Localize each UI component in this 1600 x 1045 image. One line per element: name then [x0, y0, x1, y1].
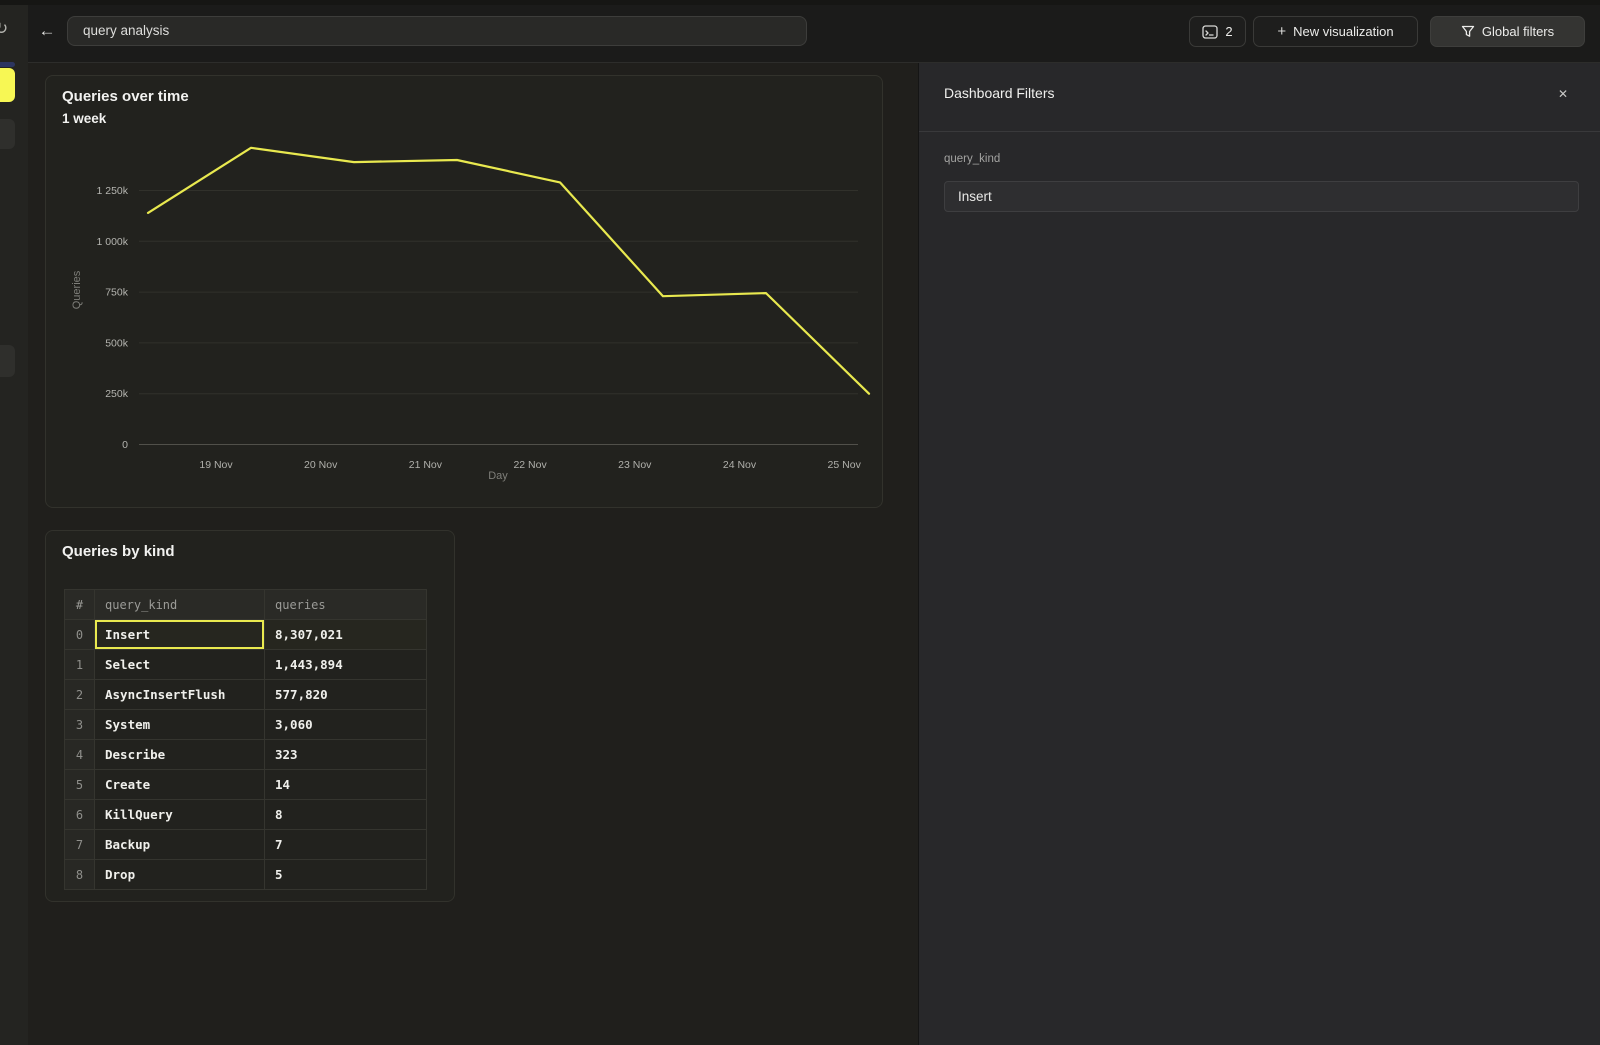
- column-header-queries[interactable]: queries: [265, 590, 427, 620]
- query-kind-cell[interactable]: Backup: [95, 830, 265, 860]
- y-axis-title: Queries: [71, 270, 83, 309]
- thumbnail-selection-edge: [0, 62, 15, 67]
- query-kind-cell[interactable]: Select: [95, 650, 265, 680]
- query-tabs-button[interactable]: 2: [1189, 16, 1246, 47]
- query-kind-filter-input[interactable]: Insert: [944, 181, 1579, 212]
- global-filters-label: Global filters: [1482, 24, 1554, 39]
- x-tick-label: 21 Nov: [409, 459, 443, 471]
- query-tabs-count: 2: [1225, 24, 1232, 39]
- queries-count-cell[interactable]: 577,820: [265, 680, 427, 710]
- console-icon: [1202, 25, 1218, 39]
- new-visualization-label: New visualization: [1293, 24, 1393, 39]
- x-tick-label: 25 Nov: [828, 459, 862, 471]
- filter-field-label: query_kind: [944, 153, 1000, 165]
- row-index-cell[interactable]: 0: [65, 620, 95, 650]
- row-index-cell[interactable]: 7: [65, 830, 95, 860]
- history-refresh-icon[interactable]: ↻: [0, 19, 8, 39]
- dashboard-title-input[interactable]: query analysis: [67, 16, 807, 46]
- query-kind-cell[interactable]: AsyncInsertFlush: [95, 680, 265, 710]
- x-tick-label: 23 Nov: [618, 459, 652, 471]
- queries-count-cell[interactable]: 323: [265, 740, 427, 770]
- table-header-row: # query_kind queries: [65, 590, 427, 620]
- queries-by-kind-card: Queries by kind # query_kind queries 0In…: [45, 530, 455, 902]
- queries-by-kind-table: # query_kind queries 0Insert8,307,0211Se…: [64, 589, 427, 890]
- table-row: 2AsyncInsertFlush577,820: [65, 680, 427, 710]
- page-thumbnail[interactable]: [0, 345, 15, 377]
- column-header-index[interactable]: #: [65, 590, 95, 620]
- table-row: 8Drop5: [65, 860, 427, 890]
- query-kind-cell[interactable]: KillQuery: [95, 800, 265, 830]
- queries-count-cell[interactable]: 7: [265, 830, 427, 860]
- x-tick-label: 20 Nov: [304, 459, 338, 471]
- left-rail: ↻: [0, 5, 28, 1045]
- close-icon[interactable]: ✕: [1553, 84, 1573, 104]
- table-row: 6KillQuery8: [65, 800, 427, 830]
- dashboard-canvas: Queries over time 1 week 0250k500k750k1 …: [28, 63, 918, 1045]
- row-index-cell[interactable]: 4: [65, 740, 95, 770]
- row-index-cell[interactable]: 8: [65, 860, 95, 890]
- table-row: 1Select1,443,894: [65, 650, 427, 680]
- column-header-query-kind[interactable]: query_kind: [95, 590, 265, 620]
- x-tick-label: 24 Nov: [723, 459, 757, 471]
- plus-icon: +: [1277, 23, 1286, 40]
- back-button[interactable]: ←: [34, 18, 60, 44]
- queries-count-cell[interactable]: 8: [265, 800, 427, 830]
- queries-over-time-card: Queries over time 1 week 0250k500k750k1 …: [45, 75, 883, 508]
- table-row: 7Backup7: [65, 830, 427, 860]
- filters-panel-title: Dashboard Filters: [944, 85, 1055, 101]
- y-tick-label: 1 250k: [96, 185, 128, 197]
- queries-count-cell[interactable]: 3,060: [265, 710, 427, 740]
- queries-series-line: [148, 148, 869, 394]
- row-index-cell[interactable]: 5: [65, 770, 95, 800]
- back-arrow-icon: ←: [39, 21, 56, 40]
- top-bar: ← query analysis 2 + New visualization: [28, 5, 1600, 63]
- global-filters-button[interactable]: Global filters: [1430, 16, 1585, 47]
- queries-count-cell[interactable]: 5: [265, 860, 427, 890]
- dashboard-filters-panel: Dashboard Filters ✕ query_kind Insert: [918, 63, 1600, 1045]
- queries-count-cell[interactable]: 8,307,021: [265, 620, 427, 650]
- table-title: Queries by kind: [62, 543, 175, 560]
- query-kind-cell[interactable]: Insert: [95, 620, 265, 650]
- y-tick-label: 0: [122, 439, 128, 451]
- y-tick-label: 1 000k: [96, 236, 128, 248]
- table-row: 4Describe323: [65, 740, 427, 770]
- funnel-icon: [1461, 25, 1475, 38]
- row-index-cell[interactable]: 6: [65, 800, 95, 830]
- x-axis-title: Day: [488, 470, 508, 482]
- page-thumbnail-selected[interactable]: [0, 68, 15, 102]
- table-row: 0Insert8,307,021: [65, 620, 427, 650]
- page-thumbnail[interactable]: [0, 119, 15, 149]
- x-tick-label: 19 Nov: [199, 459, 233, 471]
- queries-count-cell[interactable]: 14: [265, 770, 427, 800]
- table-row: 5Create14: [65, 770, 427, 800]
- query-kind-cell[interactable]: Create: [95, 770, 265, 800]
- y-tick-label: 250k: [105, 388, 129, 400]
- query-kind-cell[interactable]: System: [95, 710, 265, 740]
- table-row: 3System3,060: [65, 710, 427, 740]
- y-tick-label: 500k: [105, 337, 129, 349]
- row-index-cell[interactable]: 3: [65, 710, 95, 740]
- queries-count-cell[interactable]: 1,443,894: [265, 650, 427, 680]
- x-tick-label: 22 Nov: [513, 459, 547, 471]
- dashboard-app: ← query analysis 2 + New visualization: [0, 0, 1600, 1045]
- row-index-cell[interactable]: 1: [65, 650, 95, 680]
- panel-divider: [919, 131, 1600, 132]
- query-kind-cell[interactable]: Drop: [95, 860, 265, 890]
- queries-line-chart: 0 250k 500k 750k 1 000k 1 250k 19 Nov 20 Nov 21 …: [46, 76, 882, 507]
- y-tick-label: 750k: [105, 287, 129, 299]
- new-visualization-button[interactable]: + New visualization: [1253, 16, 1418, 47]
- query-kind-cell[interactable]: Describe: [95, 740, 265, 770]
- row-index-cell[interactable]: 2: [65, 680, 95, 710]
